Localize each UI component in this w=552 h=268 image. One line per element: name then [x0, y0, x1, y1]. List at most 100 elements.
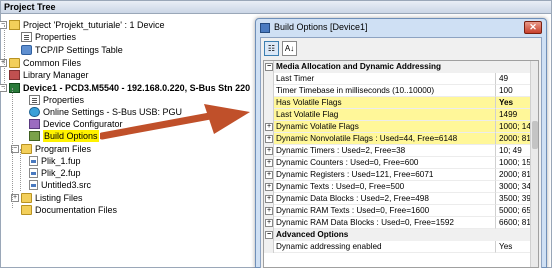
file-icon — [29, 156, 38, 166]
tree-item[interactable]: Untitled3.src — [29, 179, 91, 191]
property-value[interactable]: 100 — [496, 85, 532, 97]
property-value[interactable]: 5000; 6599 — [496, 205, 532, 217]
dialog-titlebar[interactable]: Build Options [Device1] — [256, 19, 546, 36]
property-value[interactable]: 10; 49 — [496, 145, 532, 157]
grid-property-row[interactable]: + Dynamic Texts : Used=0, Free=500 3000; 3… — [264, 181, 538, 193]
property-name: Dynamic RAM Data Blocks : Used=0, Free=1… — [274, 217, 496, 229]
grid-property-row[interactable]: Dynamic addressing enabled Yes — [264, 241, 538, 253]
property-name: Timer Timebase in milliseconds (10..1000… — [274, 85, 496, 97]
collapse-icon[interactable]: − — [265, 63, 273, 71]
tree-item[interactable]: Library Manager — [9, 69, 89, 81]
tree-item[interactable]: − Project 'Projekt_tuturiale' : 1 Device — [0, 19, 165, 31]
tree-item[interactable]: Build Options — [29, 130, 99, 142]
grid-row-margin: + — [264, 157, 274, 169]
property-value[interactable]: 2000; 8191 — [496, 169, 532, 181]
tree-item[interactable]: Properties — [29, 94, 84, 106]
expand-icon[interactable]: + — [265, 159, 273, 167]
tree-item[interactable]: Documentation Files — [21, 204, 117, 216]
device-icon — [9, 83, 20, 93]
property-name: Dynamic Volatile Flags — [274, 121, 496, 133]
dialog-title: Build Options [Device1] — [274, 22, 368, 32]
grid-row-margin: + — [264, 121, 274, 133]
file-icon — [29, 180, 38, 190]
grid-row-margin — [264, 97, 274, 109]
grid-row-margin: + — [264, 181, 274, 193]
grid-row-margin: + — [264, 205, 274, 217]
property-value[interactable]: 1499 — [496, 109, 532, 121]
property-value[interactable]: 3000; 3499 — [496, 181, 532, 193]
properties-icon — [29, 95, 40, 105]
tree-item[interactable]: TCP/IP Settings Table — [21, 44, 123, 56]
expand-icon[interactable]: + — [265, 219, 273, 227]
tree-item-label: Program Files — [35, 144, 92, 154]
expand-icon[interactable]: + — [265, 171, 273, 179]
property-value[interactable]: 1000; 1599 — [496, 157, 532, 169]
tree-item[interactable]: Plik_2.fup — [29, 167, 81, 179]
grid-property-row[interactable]: Last Volatile Flag 1499 — [264, 109, 538, 121]
property-name: Dynamic Timers : Used=2, Free=38 — [274, 145, 496, 157]
grid-category-row[interactable]: − Media Allocation and Dynamic Addressing — [264, 61, 538, 73]
tree-item[interactable]: + Common Files — [0, 57, 81, 69]
grid-property-row[interactable]: + Dynamic RAM Texts : Used=0, Free=1600 50… — [264, 205, 538, 217]
collapse-icon[interactable]: − — [265, 231, 273, 239]
grid-property-row[interactable]: + Dynamic RAM Data Blocks : Used=0, Free=… — [264, 217, 538, 229]
close-button[interactable]: ✕ — [524, 21, 542, 34]
tree-connector — [20, 149, 21, 191]
grid-property-row[interactable]: + Dynamic Timers : Used=2, Free=38 10; 49 — [264, 145, 538, 157]
property-name: Last Volatile Flag — [274, 109, 496, 121]
project-tree-header: Project Tree — [1, 1, 551, 14]
folder-icon — [21, 144, 32, 154]
property-value[interactable]: 2000; 8191 — [496, 133, 532, 145]
tree-item[interactable]: − Device1 - PCD3.M5540 - 192.168.0.220, S… — [0, 82, 250, 94]
tree-item[interactable]: + Listing Files — [11, 192, 83, 204]
expand-icon[interactable]: + — [265, 123, 273, 131]
property-name: Last Timer — [274, 73, 496, 85]
expand-icon[interactable]: + — [265, 207, 273, 215]
grid-category-row[interactable]: − Advanced Options — [264, 229, 538, 241]
grid-property-row[interactable]: + Dynamic Nonvolatile Flags : Used=44, Fr… — [264, 133, 538, 145]
expand-icon[interactable]: + — [265, 195, 273, 203]
configurator-icon — [29, 119, 40, 129]
grid-property-row[interactable]: + Dynamic Data Blocks : Used=2, Free=498 3… — [264, 193, 538, 205]
tree-connector — [4, 25, 5, 89]
categorized-view-button[interactable]: ☷ — [264, 40, 279, 56]
property-value[interactable]: 49 — [496, 73, 532, 85]
vertical-scrollbar[interactable] — [530, 61, 538, 267]
property-name: Has Volatile Flags — [274, 97, 496, 109]
grid-row-margin: + — [264, 133, 274, 145]
property-value[interactable]: 6600; 8191 — [496, 217, 532, 229]
property-value[interactable]: 1000; 1499 — [496, 121, 532, 133]
tree-item[interactable]: Properties — [21, 31, 76, 43]
folder-icon — [9, 58, 20, 68]
grid-property-row[interactable]: + Dynamic Registers : Used=121, Free=6071… — [264, 169, 538, 181]
tree-item[interactable]: − Program Files — [11, 143, 91, 155]
grid-row-margin: + — [264, 193, 274, 205]
app-icon — [260, 22, 270, 33]
expand-icon[interactable]: + — [265, 135, 273, 143]
tree-item-label: Untitled3.src — [41, 180, 92, 190]
grid-property-row[interactable]: Last Timer 49 — [264, 73, 538, 85]
dialog-body: ☷ A↓ − Media Allocation and Dynamic Addre… — [260, 37, 542, 268]
grid-property-row[interactable]: Has Volatile Flags Yes — [264, 97, 538, 109]
grid-property-row[interactable]: Timer Timebase in milliseconds (10..1000… — [264, 85, 538, 97]
project-icon — [9, 20, 20, 30]
grid-property-row[interactable]: +Dynamic Volatile Flags1000; 1499 — [264, 121, 538, 133]
alphabetical-sort-button[interactable]: A↓ — [282, 40, 297, 56]
property-grid: − Media Allocation and Dynamic Addressing… — [263, 60, 539, 268]
property-value[interactable]: Yes — [496, 97, 532, 109]
grid-property-row[interactable]: + Dynamic Counters : Used=0, Free=600 1000… — [264, 157, 538, 169]
tree-item[interactable]: Plik_1.fup — [29, 155, 81, 167]
tree-item-label: Properties — [43, 95, 85, 105]
category-label: Media Allocation and Dynamic Addressing — [276, 62, 441, 71]
property-name: Dynamic Texts : Used=0, Free=500 — [274, 181, 496, 193]
expand-icon[interactable]: + — [265, 183, 273, 191]
grid-row-margin — [264, 85, 274, 97]
property-name: Dynamic Nonvolatile Flags : Used=44, Fre… — [274, 133, 496, 145]
tree-item-label: Plik_1.fup — [41, 156, 81, 166]
property-value[interactable]: 3500; 3999 — [496, 193, 532, 205]
property-value[interactable]: Yes — [496, 241, 532, 253]
pointer-arrow-icon — [100, 104, 250, 140]
expand-icon[interactable]: + — [265, 147, 273, 155]
tree-item-label: Project 'Projekt_tuturiale' : 1 Device — [23, 20, 165, 30]
scrollbar-thumb[interactable] — [532, 121, 538, 149]
